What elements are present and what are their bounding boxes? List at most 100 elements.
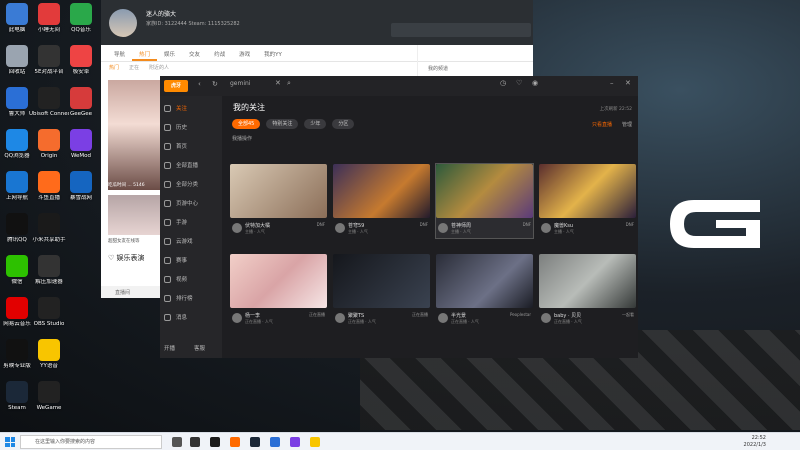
- filter-tab[interactable]: 全部45: [232, 119, 261, 129]
- search-input[interactable]: gemini: [230, 80, 250, 87]
- stream-card[interactable]: 半光景 正在直播 · 人气 Peoplestar: [436, 254, 533, 328]
- stream-thumbnail[interactable]: [333, 254, 430, 308]
- stream-card[interactable]: 苍穹59 主播 · 人气 DNF: [333, 164, 430, 238]
- streamer-name[interactable]: 半光景: [451, 312, 466, 319]
- cortana-icon[interactable]: [172, 437, 182, 447]
- filter-tab[interactable]: 分区: [332, 119, 355, 129]
- stream-card[interactable]: 苍神师周 主播 · 人气 DNF: [435, 163, 534, 239]
- stream-thumbnail[interactable]: [436, 164, 533, 218]
- sidebar-item[interactable]: 手游: [164, 218, 187, 226]
- minimize-icon[interactable]: –: [610, 79, 614, 87]
- desktop-icon[interactable]: 小米共享助手: [29, 213, 69, 244]
- yy-subtab[interactable]: 正在: [129, 64, 139, 71]
- task-view-icon[interactable]: [190, 437, 200, 447]
- stream-card[interactable]: 聚聚TS 正在直播 · 人气 正在直播: [333, 254, 430, 328]
- stream-thumbnail[interactable]: [436, 254, 533, 308]
- sidebar-item[interactable]: 全部分类: [164, 180, 198, 188]
- stream-thumbnail[interactable]: [108, 80, 160, 190]
- avatar[interactable]: [541, 313, 551, 323]
- desktop-icon[interactable]: WeGame: [29, 381, 69, 412]
- stream-thumbnail[interactable]: [230, 164, 327, 218]
- stream-card[interactable]: baby · 贝贝 正在直播 · 人气 一起看: [539, 254, 636, 328]
- streamer-name[interactable]: 魔兽Ksu: [554, 222, 573, 229]
- stream-thumbnail[interactable]: [108, 195, 160, 235]
- sidebar-item[interactable]: 云游戏: [164, 237, 193, 245]
- avatar[interactable]: [335, 313, 345, 323]
- sidebar-item[interactable]: 消息: [164, 313, 187, 321]
- stream-thumbnail[interactable]: [539, 164, 636, 218]
- yy-tab[interactable]: 交友: [182, 45, 207, 61]
- desktop-icon[interactable]: GeeGee: [61, 87, 101, 118]
- yy-tab[interactable]: 热门: [132, 45, 158, 61]
- huya-icon[interactable]: [230, 437, 240, 447]
- yy-tab[interactable]: 导航: [107, 45, 132, 61]
- search-input[interactable]: [391, 23, 531, 37]
- avatar[interactable]: [541, 223, 551, 233]
- yy-subtab[interactable]: 热门: [109, 64, 119, 71]
- streamer-name[interactable]: 苍穹59: [348, 222, 364, 229]
- yy-tab[interactable]: 游戏: [232, 45, 257, 61]
- streamer-name[interactable]: 杨一李: [245, 312, 260, 319]
- yy-subtab[interactable]: 附近的人: [149, 64, 169, 71]
- refresh-icon[interactable]: ↻: [212, 80, 218, 88]
- close-icon[interactable]: ✕: [625, 79, 631, 87]
- desktop-icon[interactable]: OBS Studio: [29, 297, 69, 328]
- yy-footer[interactable]: 直播间: [101, 286, 161, 298]
- desktop-icon[interactable]: 极安卓: [61, 45, 101, 76]
- system-clock[interactable]: 22:52 2022/1/3: [744, 435, 766, 449]
- desktop-icon[interactable]: WeMod: [61, 129, 101, 160]
- desktop-icon[interactable]: 暴雪战网: [61, 171, 101, 202]
- stream-card[interactable]: 杨一李 正在直播 · 人气 正在直播: [230, 254, 327, 328]
- side-label[interactable]: 我的频道: [428, 65, 448, 72]
- stream-card[interactable]: 伏特加大橘 主播 · 人气 DNF: [230, 164, 327, 238]
- yy-tab[interactable]: 约战: [207, 45, 232, 61]
- obs-icon[interactable]: [210, 437, 220, 447]
- sidebar-bottom-item[interactable]: 开播: [164, 344, 175, 352]
- search-icon[interactable]: ⌕: [287, 79, 291, 88]
- yy-tab[interactable]: 我的YY: [257, 45, 289, 61]
- desktop-icon[interactable]: 解压加速器: [29, 255, 69, 286]
- stream-thumbnail[interactable]: [539, 254, 636, 308]
- avatar[interactable]: [438, 223, 448, 233]
- streamer-name[interactable]: 苍神师周: [451, 222, 471, 229]
- steam-icon[interactable]: [250, 437, 260, 447]
- sidebar-item[interactable]: 全部直播: [164, 161, 198, 169]
- app-icon[interactable]: [290, 437, 300, 447]
- explorer-icon[interactable]: [270, 437, 280, 447]
- yy-icon[interactable]: [310, 437, 320, 447]
- streamer-name[interactable]: baby · 贝贝: [554, 312, 581, 319]
- sidebar-bottom-item[interactable]: 客服: [194, 344, 205, 352]
- sidebar-item[interactable]: 视频: [164, 275, 187, 283]
- taskbar-search-input[interactable]: 在这里输入你要搜索的内容: [20, 435, 162, 449]
- yy-tab[interactable]: 娱乐: [157, 45, 182, 61]
- history-icon[interactable]: ◷: [500, 79, 506, 87]
- sidebar-item[interactable]: 页游中心: [164, 199, 198, 207]
- back-icon[interactable]: ‹: [198, 80, 201, 88]
- sidebar-item[interactable]: 排行榜: [164, 294, 193, 302]
- sort-label[interactable]: 我播操作: [232, 135, 252, 142]
- avatar[interactable]: [232, 223, 242, 233]
- sidebar-item[interactable]: 赛事: [164, 256, 187, 264]
- heart-icon[interactable]: ♡: [516, 79, 522, 87]
- stream-thumbnail[interactable]: [230, 254, 327, 308]
- windows-start-icon[interactable]: [5, 437, 15, 447]
- filter-tab[interactable]: 特别关注: [266, 119, 299, 129]
- filter-tab[interactable]: 少年: [304, 119, 327, 129]
- action-link[interactable]: 只看直播: [592, 121, 612, 128]
- stream-card[interactable]: 魔兽Ksu 主播 · 人气 DNF: [539, 164, 636, 238]
- close-icon[interactable]: ✕: [275, 79, 281, 87]
- sidebar-item[interactable]: 首页: [164, 142, 187, 150]
- streamer-name[interactable]: 伏特加大橘: [245, 222, 270, 229]
- stream-thumbnail[interactable]: [333, 164, 430, 218]
- sidebar-item[interactable]: 历史: [164, 123, 187, 131]
- sidebar-item[interactable]: 关注: [164, 104, 187, 112]
- desktop-icon[interactable]: QQ音乐: [61, 3, 101, 34]
- avatar[interactable]: [232, 313, 242, 323]
- avatar[interactable]: [335, 223, 345, 233]
- desktop-icon[interactable]: YY语音: [29, 339, 69, 370]
- profile-icon[interactable]: ◉: [532, 79, 538, 87]
- action-link[interactable]: 管理: [622, 121, 632, 128]
- avatar[interactable]: [109, 9, 137, 37]
- streamer-name[interactable]: 聚聚TS: [348, 312, 364, 319]
- avatar[interactable]: [438, 313, 448, 323]
